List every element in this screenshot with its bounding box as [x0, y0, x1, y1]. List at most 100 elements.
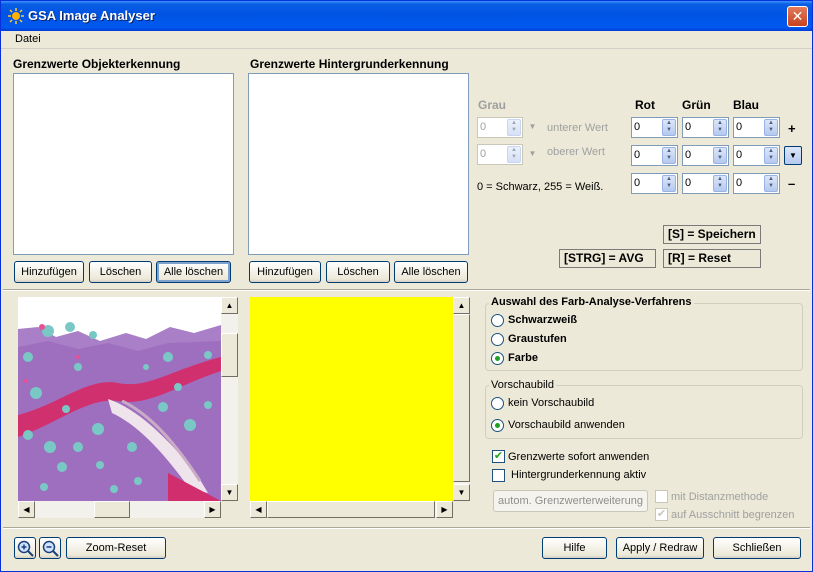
scroll-down-icon[interactable]: ▼ — [453, 484, 470, 501]
preview-fill — [250, 297, 453, 501]
spinner-arrows-icon[interactable]: ▲ ▼ — [764, 119, 778, 136]
distance-method-label: mit Distanzmethode — [671, 491, 769, 503]
analysis-method-title: Auswahl des Farb-Analyse-Verfahrens — [489, 296, 694, 308]
title-bar[interactable]: GSA Image Analyser ✕ — [1, 1, 812, 31]
radio-kein-vorschaubild[interactable]: kein Vorschaubild — [491, 397, 691, 411]
preview-vertical-scrollbar[interactable]: ▲ ▼ — [453, 297, 470, 501]
gray-lower-dropdown-icon[interactable]: ▼ — [525, 118, 540, 137]
lower-value-label: unterer Wert — [547, 122, 608, 134]
blue-lower-spinner[interactable]: 0 ▲ ▼ — [733, 173, 780, 194]
value-legend: 0 = Schwarz, 255 = Weiß. — [477, 181, 604, 193]
spinner-arrows-icon[interactable]: ▲ ▼ — [713, 147, 727, 164]
auto-extend-button[interactable]: autom. Grenzwerterweiterung — [493, 490, 648, 512]
zoom-in-button[interactable] — [14, 537, 36, 559]
red-header: Rot — [635, 98, 655, 112]
menu-bar: Datei — [1, 31, 812, 49]
spinner-arrows-icon[interactable]: ▲ ▼ — [662, 147, 676, 164]
radio-schwarzweiss[interactable]: Schwarzweiß — [491, 314, 691, 328]
green-lower-spinner[interactable]: 0 ▲ ▼ — [682, 173, 729, 194]
object-add-button[interactable]: Hinzufügen — [14, 261, 84, 283]
background-active-checkbox[interactable] — [492, 469, 505, 482]
shortcut-reset: [R] = Reset — [663, 249, 761, 268]
scroll-up-icon[interactable]: ▲ — [221, 297, 238, 314]
window-title: GSA Image Analyser — [28, 8, 155, 23]
spinner-arrows-icon[interactable]: ▲ ▼ — [507, 146, 521, 163]
blue-header: Blau — [733, 98, 760, 112]
minus-icon: – — [788, 176, 796, 191]
object-delete-all-button[interactable]: Alle löschen — [156, 261, 231, 283]
background-delete-button[interactable]: Löschen — [326, 261, 390, 283]
upper-value-label: oberer Wert — [547, 146, 605, 158]
background-add-button[interactable]: Hinzufügen — [249, 261, 321, 283]
scroll-up-icon[interactable]: ▲ — [453, 297, 470, 314]
app-sun-icon — [8, 8, 24, 24]
zoom-in-icon — [17, 540, 34, 557]
plus-icon: + — [788, 121, 796, 136]
radio-vorschaubild-anwenden[interactable]: Vorschaubild anwenden — [491, 419, 691, 433]
zoom-out-icon — [42, 540, 59, 557]
rgb-dropdown-icon[interactable]: ▼ — [784, 146, 802, 165]
zoom-out-button[interactable] — [39, 537, 61, 559]
spinner-arrows-icon[interactable]: ▲ ▼ — [507, 119, 521, 136]
object-thresholds-list[interactable] — [13, 73, 234, 255]
spinner-arrows-icon[interactable]: ▲ ▼ — [764, 175, 778, 192]
zoom-reset-button[interactable]: Zoom-Reset — [66, 537, 166, 559]
gray-lower-spinner[interactable]: 0 ▲ ▼ — [477, 117, 523, 138]
scroll-right-icon[interactable]: ▶ — [436, 501, 453, 518]
background-thresholds-list[interactable] — [248, 73, 469, 255]
distance-method-checkbox[interactable] — [655, 490, 668, 503]
scroll-thumb[interactable] — [267, 501, 435, 518]
green-upper-spinner[interactable]: 0 ▲ ▼ — [682, 117, 729, 138]
limit-crop-checkbox[interactable]: ✔ — [655, 508, 668, 521]
apply-immediately-label: Grenzwerte sofort anwenden — [508, 451, 650, 463]
help-button[interactable]: Hilfe — [542, 537, 607, 559]
scroll-thumb[interactable] — [94, 501, 130, 518]
scroll-thumb[interactable] — [453, 314, 470, 482]
gray-header: Grau — [478, 98, 507, 112]
scroll-down-icon[interactable]: ▼ — [221, 484, 238, 501]
preview-image-viewer[interactable] — [250, 297, 453, 501]
green-mid-spinner[interactable]: 0 ▲ ▼ — [682, 145, 729, 166]
gray-upper-dropdown-icon[interactable]: ▼ — [525, 145, 540, 164]
scroll-left-icon[interactable]: ◀ — [18, 501, 35, 518]
tissue-image — [18, 297, 221, 501]
footer-divider — [3, 527, 810, 529]
object-thresholds-title: Grenzwerte Objekterkennung — [13, 57, 181, 71]
blue-upper-spinner[interactable]: 0 ▲ ▼ — [733, 117, 780, 138]
close-button[interactable]: Schließen — [713, 537, 801, 559]
object-delete-button[interactable]: Löschen — [89, 261, 152, 283]
main-window: GSA Image Analyser ✕ Datei Grenzwerte Ob… — [0, 0, 813, 572]
radio-farbe[interactable]: Farbe — [491, 352, 691, 366]
background-delete-all-button[interactable]: Alle löschen — [394, 261, 468, 283]
menu-datei[interactable]: Datei — [15, 33, 41, 45]
green-header: Grün — [682, 98, 711, 112]
original-horizontal-scrollbar[interactable]: ◀ ▶ — [18, 501, 221, 518]
background-active-label: Hintergrunderkennung aktiv — [511, 469, 647, 481]
section-divider — [3, 289, 810, 291]
blue-mid-spinner[interactable]: 0 ▲ ▼ — [733, 145, 780, 166]
close-window-button[interactable]: ✕ — [787, 6, 808, 27]
red-lower-spinner[interactable]: 0 ▲ ▼ — [631, 173, 678, 194]
scroll-left-icon[interactable]: ◀ — [250, 501, 267, 518]
spinner-arrows-icon[interactable]: ▲ ▼ — [662, 175, 676, 192]
radio-graustufen[interactable]: Graustufen — [491, 333, 691, 347]
red-upper-spinner[interactable]: 0 ▲ ▼ — [631, 117, 678, 138]
original-vertical-scrollbar[interactable]: ▲ ▼ — [221, 297, 238, 501]
scroll-thumb[interactable] — [221, 333, 238, 377]
original-image-viewer[interactable] — [18, 297, 221, 501]
spinner-arrows-icon[interactable]: ▲ ▼ — [713, 175, 727, 192]
scroll-right-icon[interactable]: ▶ — [204, 501, 221, 518]
shortcut-avg: [STRG] = AVG — [559, 249, 656, 268]
spinner-arrows-icon[interactable]: ▲ ▼ — [713, 119, 727, 136]
apply-immediately-checkbox[interactable]: ✔ — [492, 450, 505, 463]
spinner-arrows-icon[interactable]: ▲ ▼ — [662, 119, 676, 136]
preview-horizontal-scrollbar[interactable]: ◀ ▶ — [250, 501, 453, 518]
gray-upper-spinner[interactable]: 0 ▲ ▼ — [477, 144, 523, 165]
preview-group-title: Vorschaubild — [489, 379, 556, 391]
spinner-arrows-icon[interactable]: ▲ ▼ — [764, 147, 778, 164]
apply-redraw-button[interactable]: Apply / Redraw — [616, 537, 704, 559]
red-mid-spinner[interactable]: 0 ▲ ▼ — [631, 145, 678, 166]
background-thresholds-title: Grenzwerte Hintergrunderkennung — [250, 57, 449, 71]
limit-crop-label: auf Ausschnitt begrenzen — [671, 509, 795, 521]
close-icon: ✕ — [791, 8, 804, 24]
